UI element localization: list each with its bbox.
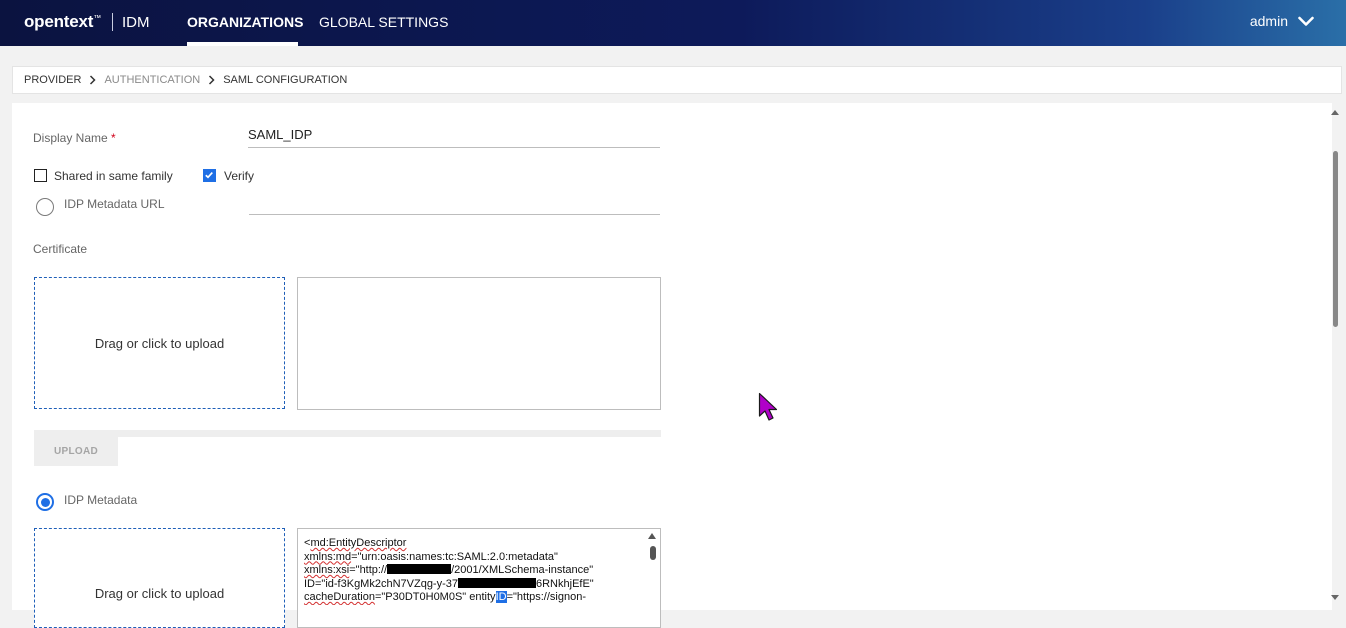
breadcrumb-authentication[interactable]: AUTHENTICATION — [104, 74, 200, 86]
chevron-right-icon — [208, 75, 215, 85]
idp-metadata-label: IDP Metadata — [64, 493, 138, 507]
idp-metadata-textarea[interactable]: <md:EntityDescriptor xmlns:md="urn:oasis… — [297, 528, 661, 628]
idp-metadata-url-radio[interactable] — [36, 198, 54, 216]
idp-metadata-xml-content: <md:EntityDescriptor xmlns:md="urn:oasis… — [304, 537, 594, 603]
trademark-symbol: ™ — [93, 13, 102, 23]
certificate-label: Certificate — [33, 242, 88, 256]
user-name: admin — [1249, 13, 1288, 29]
breadcrumb-provider[interactable]: PROVIDER — [24, 74, 81, 86]
idp-metadata-url-field[interactable] — [249, 199, 660, 215]
shared-in-same-family-label: Shared in same family — [54, 169, 173, 183]
chevron-right-icon — [89, 75, 97, 85]
mouse-cursor-icon — [758, 392, 778, 421]
breadcrumb: PROVIDER AUTHENTICATION SAML CONFIGURATI… — [12, 66, 1342, 94]
checkmark-icon — [205, 172, 213, 179]
idp-metadata-upload-dropzone[interactable]: Drag or click to upload — [34, 528, 285, 628]
chevron-down-icon — [1298, 16, 1314, 26]
certificate-upload-dropzone[interactable]: Drag or click to upload — [34, 277, 285, 409]
top-navigation-bar: opentext™ IDM ORGANIZATIONS GLOBAL SETTI… — [0, 0, 1346, 46]
display-name-field[interactable]: SAML_IDP — [248, 127, 660, 148]
required-marker: * — [111, 131, 116, 145]
product-name: IDM — [122, 14, 150, 31]
dropzone-label: Drag or click to upload — [94, 586, 225, 601]
saml-configuration-form: Display Name * SAML_IDP Shared in same f… — [12, 103, 1332, 628]
logo-text: opentext — [24, 12, 94, 31]
verify-checkbox[interactable] — [203, 169, 216, 182]
scroll-down-icon[interactable] — [1328, 593, 1342, 603]
redacted-text — [387, 564, 452, 574]
textarea-scrollbar-thumb[interactable] — [650, 546, 656, 560]
page-scrollbar[interactable] — [1328, 103, 1342, 610]
verify-label: Verify — [224, 169, 255, 183]
textarea-scroll-up-icon[interactable] — [648, 533, 656, 539]
upload-divider — [34, 430, 661, 437]
certificate-textarea[interactable] — [297, 277, 661, 410]
shared-in-same-family-checkbox[interactable] — [34, 169, 47, 182]
logo-divider — [112, 13, 113, 31]
display-name-label: Display Name * — [33, 131, 116, 145]
scroll-up-icon[interactable] — [1328, 107, 1342, 117]
idp-metadata-radio[interactable] — [36, 493, 54, 511]
tab-global-settings[interactable]: GLOBAL SETTINGS — [319, 14, 448, 30]
opentext-logo[interactable]: opentext™ — [24, 12, 101, 32]
breadcrumb-saml-configuration: SAML CONFIGURATION — [223, 74, 348, 86]
page-scrollbar-thumb[interactable] — [1333, 151, 1338, 327]
upload-button[interactable]: UPLOAD — [34, 437, 118, 466]
idp-metadata-url-label: IDP Metadata URL — [64, 197, 165, 211]
redacted-text — [458, 577, 536, 588]
active-tab-indicator — [187, 42, 298, 46]
dropzone-label: Drag or click to upload — [94, 335, 225, 351]
user-menu[interactable]: admin — [1250, 13, 1314, 29]
tab-organizations[interactable]: ORGANIZATIONS — [187, 14, 303, 30]
